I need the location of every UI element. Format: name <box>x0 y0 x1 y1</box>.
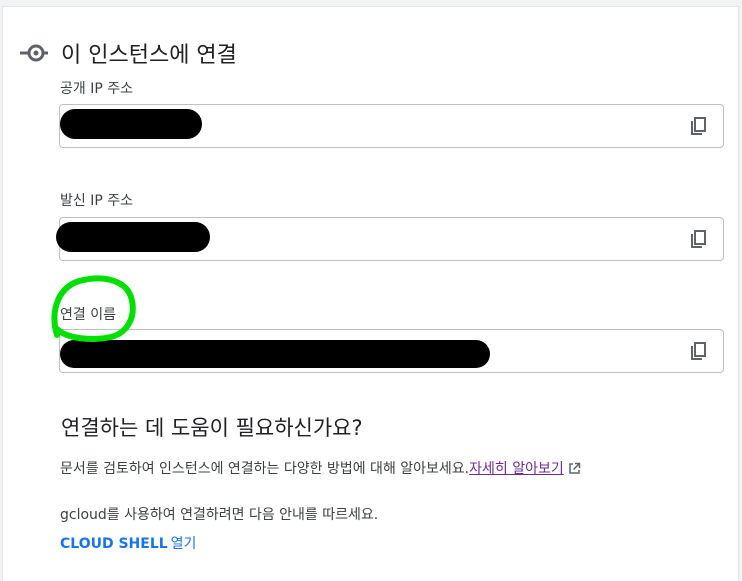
copy-icon[interactable] <box>689 342 709 362</box>
redaction-mark <box>60 109 202 139</box>
doc-text: 문서를 검토하여 인스턴스에 연결하는 다양한 방법에 대해 알아보세요. <box>60 461 470 477</box>
copy-icon[interactable] <box>689 230 709 250</box>
public-ip-label: 공개 IP 주소 <box>60 81 133 97</box>
gcloud-paragraph: gcloud를 사용하여 연결하려면 다음 안내를 따르세요. <box>60 507 379 523</box>
card-header: 이 인스턴스에 연결 <box>19 37 237 69</box>
outbound-ip-field[interactable] <box>56 217 724 261</box>
copy-icon[interactable] <box>689 117 709 137</box>
public-ip-field[interactable] <box>59 104 724 148</box>
connect-icon <box>19 39 49 67</box>
help-heading: 연결하는 데 도움이 필요하신가요? <box>61 416 363 440</box>
cloud-shell-open-label: 열기 <box>170 536 197 552</box>
connection-name-label: 연결 이름 <box>60 307 116 323</box>
redaction-mark <box>60 340 490 368</box>
open-cloud-shell-link[interactable]: CLOUD SHELL 열기 <box>60 533 196 553</box>
redaction-mark <box>56 222 210 252</box>
connection-card: 이 인스턴스에 연결 공개 IP 주소 발신 IP 주소 연결 이름 연결하는 … <box>2 6 739 581</box>
external-link-icon[interactable] <box>568 462 581 479</box>
page-title: 이 인스턴스에 연결 <box>61 43 237 68</box>
learn-more-link[interactable]: 자세히 알아보기 <box>469 461 564 477</box>
cloud-shell-label: CLOUD SHELL <box>60 536 168 552</box>
connection-name-field[interactable] <box>59 329 724 373</box>
doc-paragraph: 문서를 검토하여 인스턴스에 연결하는 다양한 방법에 대해 알아보세요.자세히… <box>60 458 581 479</box>
outbound-ip-label: 발신 IP 주소 <box>60 193 133 209</box>
